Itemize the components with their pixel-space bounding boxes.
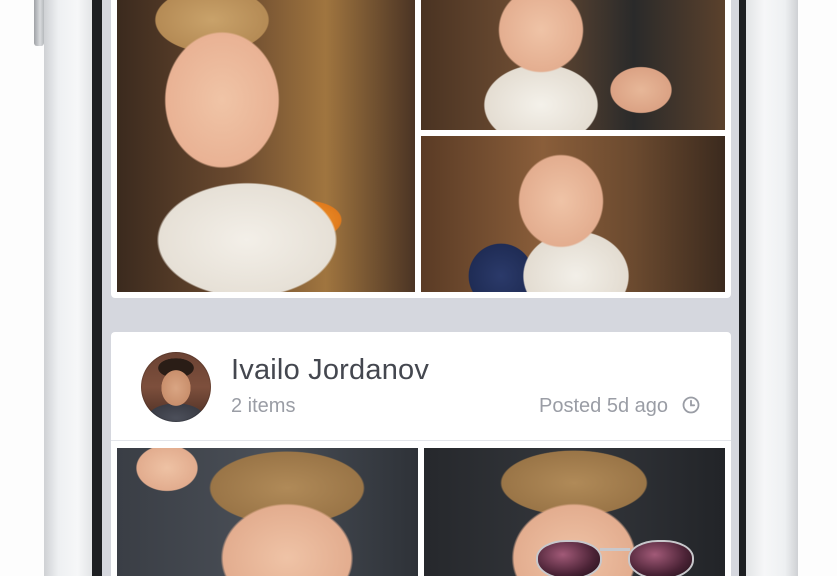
author-name[interactable]: Ivailo Jordanov	[231, 354, 429, 387]
post-photo-right[interactable]	[424, 448, 725, 576]
post-photo-top-right[interactable]	[421, 0, 725, 130]
sunglasses-graphic	[536, 540, 696, 576]
author-avatar[interactable]	[141, 352, 211, 422]
device-side-button	[34, 0, 44, 46]
clock-icon	[682, 396, 700, 414]
device-frame-left	[44, 0, 92, 576]
device-frame-right	[746, 0, 798, 576]
header-divider	[111, 440, 731, 441]
feed-post-card-previous	[111, 0, 731, 298]
app-screen: Ivailo Jordanov 2 items Posted 5d ago	[102, 0, 739, 576]
posted-time: Posted 5d ago	[539, 395, 668, 417]
item-count: 2 items	[231, 395, 296, 417]
post-photo-bottom-right[interactable]	[421, 136, 725, 292]
post-photo-left[interactable]	[117, 448, 418, 576]
post-photo-large[interactable]	[117, 0, 415, 292]
feed-post-card: Ivailo Jordanov 2 items Posted 5d ago	[111, 332, 731, 576]
